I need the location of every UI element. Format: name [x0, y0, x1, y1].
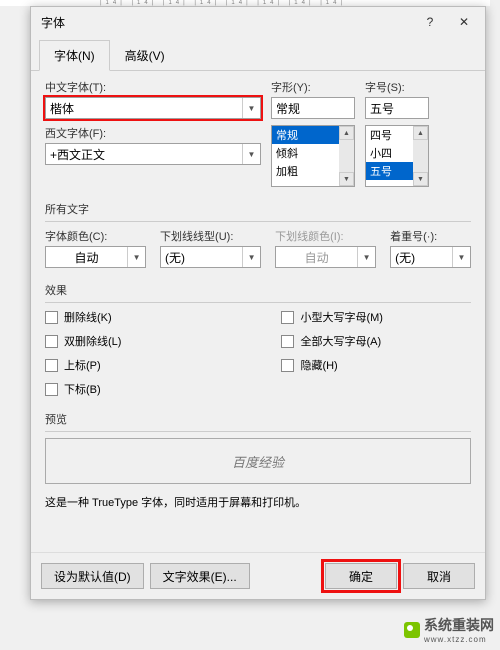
checkbox-icon: [45, 335, 58, 348]
all-text-label: 所有文字: [45, 201, 471, 217]
help-button[interactable]: ?: [413, 9, 447, 35]
watermark-url: www.xtzz.com: [424, 635, 494, 644]
allcaps-checkbox[interactable]: 全部大写字母(A): [281, 333, 383, 349]
western-font-combo[interactable]: +西文正文 ▼: [45, 143, 261, 165]
font-color-value: 自动: [46, 249, 127, 266]
effects-label: 效果: [45, 282, 471, 298]
font-color-label: 字体颜色(C):: [45, 228, 146, 244]
ok-button[interactable]: 确定: [325, 563, 397, 589]
underline-color-label: 下划线颜色(I):: [275, 228, 376, 244]
emphasis-combo[interactable]: (无) ▼: [390, 246, 471, 268]
western-font-label: 西文字体(F):: [45, 125, 261, 141]
chevron-down-icon[interactable]: ▼: [242, 247, 260, 267]
underline-value: (无): [161, 249, 242, 266]
tab-font[interactable]: 字体(N): [39, 40, 110, 71]
style-input[interactable]: 常规: [271, 97, 355, 119]
emphasis-label: 着重号(·):: [390, 228, 471, 244]
size-value: 五号: [366, 100, 428, 117]
watermark-text: 系统重装网: [424, 615, 494, 635]
font-description: 这是一种 TrueType 字体，同时适用于屏幕和打印机。: [45, 494, 471, 510]
font-color-combo[interactable]: 自动 ▼: [45, 246, 146, 268]
hidden-checkbox[interactable]: 隐藏(H): [281, 357, 383, 373]
logo-icon: [404, 622, 420, 638]
checkbox-icon: [281, 311, 294, 324]
cn-font-combo[interactable]: 楷体 ▼: [45, 97, 261, 119]
subscript-checkbox[interactable]: 下标(B): [45, 381, 121, 397]
preview-box: 百度经验: [45, 438, 471, 484]
underline-color-value: 自动: [276, 249, 357, 266]
western-font-value: +西文正文: [46, 146, 242, 163]
preview-label: 预览: [45, 411, 471, 427]
size-input[interactable]: 五号: [365, 97, 429, 119]
cancel-button[interactable]: 取消: [403, 563, 475, 589]
scroll-down-icon[interactable]: ▼: [413, 172, 428, 186]
scroll-up-icon[interactable]: ▲: [413, 126, 428, 140]
style-list[interactable]: 常规 倾斜 加粗 ▲ ▼: [271, 125, 355, 187]
titlebar: 字体 ? ✕: [31, 7, 485, 37]
checkbox-icon: [45, 359, 58, 372]
chevron-down-icon[interactable]: ▼: [452, 247, 470, 267]
style-label: 字形(Y):: [271, 79, 355, 95]
double-strike-checkbox[interactable]: 双删除线(L): [45, 333, 121, 349]
cn-font-label: 中文字体(T):: [45, 79, 261, 95]
checkbox-icon: [45, 311, 58, 324]
close-button[interactable]: ✕: [447, 9, 481, 35]
scrollbar[interactable]: ▲ ▼: [413, 126, 428, 186]
superscript-checkbox[interactable]: 上标(P): [45, 357, 121, 373]
size-label: 字号(S):: [365, 79, 429, 95]
preview-sample: 百度经验: [232, 452, 284, 471]
checkbox-icon: [45, 383, 58, 396]
strike-checkbox[interactable]: 删除线(K): [45, 309, 121, 325]
scroll-up-icon[interactable]: ▲: [339, 126, 354, 140]
underline-color-combo: 自动 ▼: [275, 246, 376, 268]
scrollbar[interactable]: ▲ ▼: [339, 126, 354, 186]
underline-label: 下划线线型(U):: [160, 228, 261, 244]
style-value: 常规: [272, 100, 354, 117]
chevron-down-icon[interactable]: ▼: [127, 247, 145, 267]
scroll-down-icon[interactable]: ▼: [339, 172, 354, 186]
emphasis-value: (无): [391, 249, 452, 266]
checkbox-icon: [281, 335, 294, 348]
checkbox-icon: [281, 359, 294, 372]
set-default-button[interactable]: 设为默认值(D): [41, 563, 144, 589]
footer: 设为默认值(D) 文字效果(E)... 确定 取消: [31, 552, 485, 599]
chevron-down-icon[interactable]: ▼: [242, 144, 260, 164]
tab-advanced[interactable]: 高级(V): [110, 40, 180, 71]
chevron-down-icon: ▼: [357, 247, 375, 267]
tabs: 字体(N) 高级(V): [31, 39, 485, 71]
cn-font-value: 楷体: [46, 100, 242, 117]
text-effects-button[interactable]: 文字效果(E)...: [150, 563, 250, 589]
watermark: 系统重装网 www.xtzz.com: [404, 615, 494, 644]
chevron-down-icon[interactable]: ▼: [242, 98, 260, 118]
underline-combo[interactable]: (无) ▼: [160, 246, 261, 268]
dialog-title: 字体: [41, 14, 413, 31]
font-dialog: 字体 ? ✕ 字体(N) 高级(V) 中文字体(T): 楷体 ▼ 字形(Y): …: [30, 6, 486, 600]
smallcaps-checkbox[interactable]: 小型大写字母(M): [281, 309, 383, 325]
size-list[interactable]: 四号 小四 五号 ▲ ▼: [365, 125, 429, 187]
